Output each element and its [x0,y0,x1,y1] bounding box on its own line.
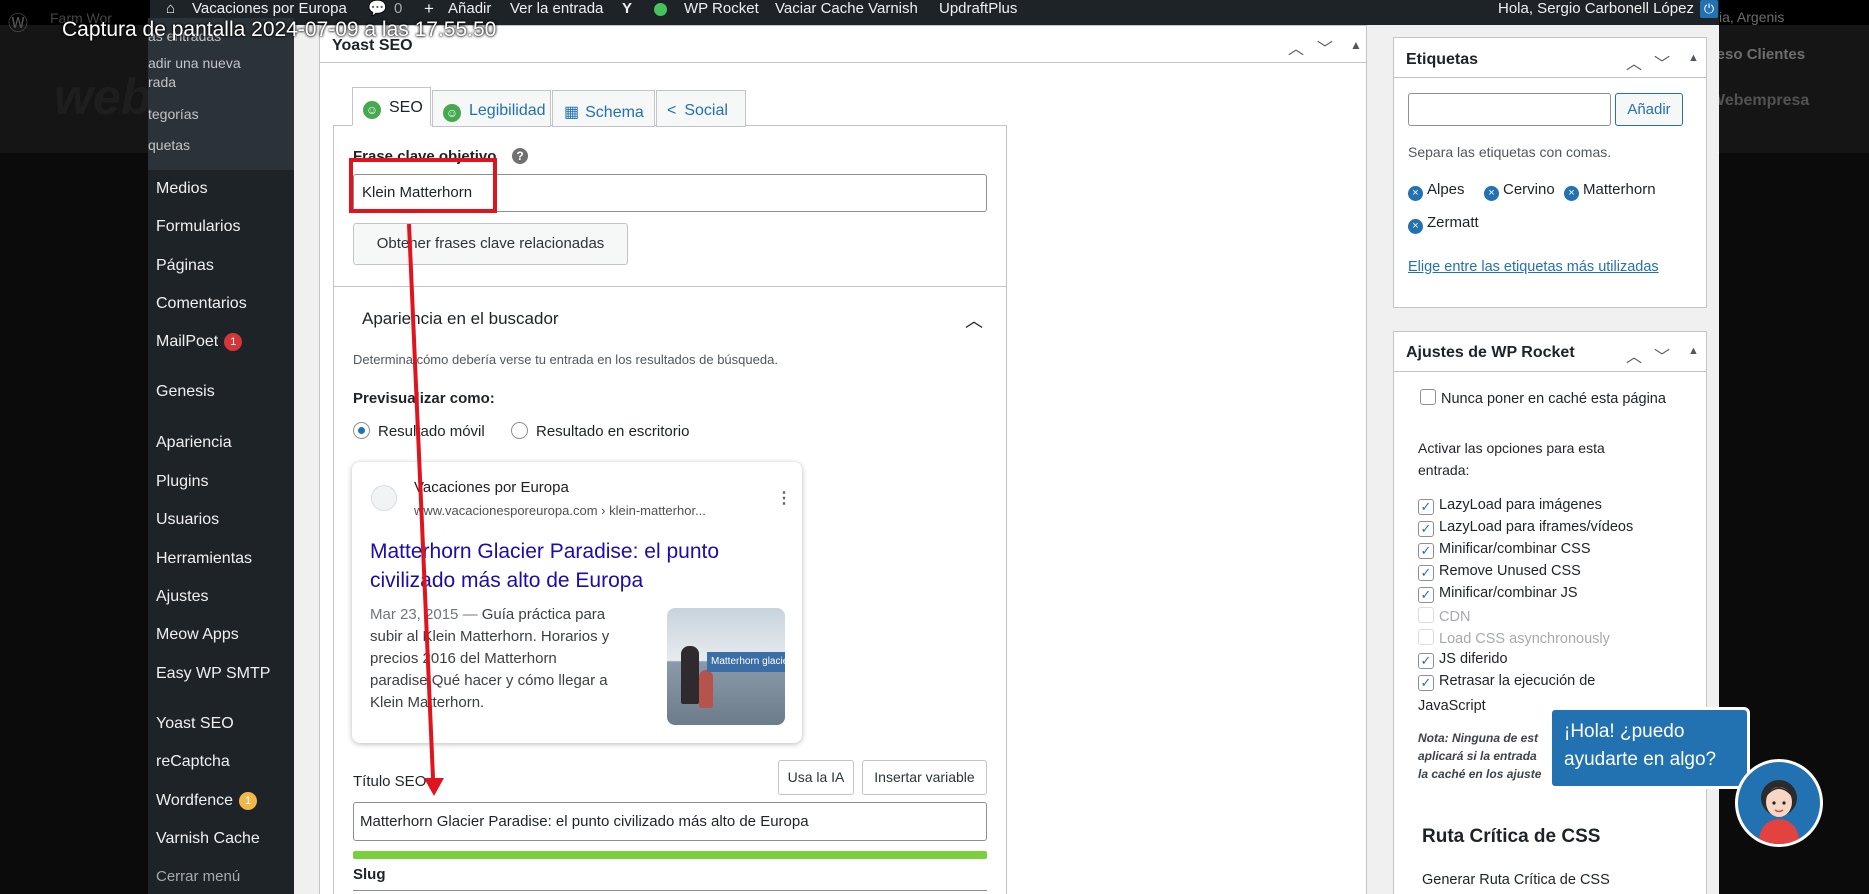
tags-toggle-icon[interactable]: ▲ [1688,52,1699,64]
wpr-option-checkbox-7[interactable]: ✓ [1418,653,1434,669]
activate-options-line1: Activar las opciones para esta [1418,440,1605,456]
wpr-option-checkbox-6 [1418,629,1434,645]
annotation-arrowhead [424,778,444,796]
annotation-arrow-line [407,223,435,779]
wpr-option-label-5: CDN [1439,609,1471,625]
wpr-option-label-3: Remove Unused CSS [1439,563,1581,579]
wpr-toggle-icon[interactable]: ▲ [1688,345,1699,357]
wpr-option-5: CDN [1418,607,1470,625]
wpr-option-last-line: JavaScript [1418,698,1486,714]
new-tag-input[interactable] [1408,93,1611,126]
wpr-move-down-icon[interactable]: ﹀ [1654,343,1670,367]
wpr-option-checkbox-8[interactable]: ✓ [1418,675,1434,691]
tag-matterhorn-label: Matterhorn [1583,181,1656,198]
tags-move-down-icon[interactable]: ﹀ [1654,50,1670,74]
screenshot-timestamp-label: Captura de pantalla 2024-07-09 a las 17.… [62,18,497,41]
tag-alpes: × Alpes [1408,181,1465,201]
critical-css-generate[interactable]: Generar Ruta Crítica de CSS [1422,872,1610,888]
tags-move-up-icon[interactable]: ︿ [1626,50,1642,74]
remove-tag-cervino-icon[interactable]: × [1484,186,1499,201]
never-cache-label: Nunca poner en caché esta página [1441,391,1666,407]
agent-avatar-icon [1758,780,1800,844]
wpr-option-checkbox-1[interactable]: ✓ [1418,521,1434,537]
wpr-note-line1: Nota: Ninguna de est [1418,731,1539,745]
annotation-highlight-box [349,158,497,213]
tag-zermatt-label: Zermatt [1427,214,1479,231]
wpr-option-checkbox-3[interactable]: ✓ [1418,565,1434,581]
tag-zermatt: × Zermatt [1408,214,1479,234]
wpr-option-label-1: LazyLoad para iframes/vídeos [1439,519,1634,535]
remove-tag-alpes-icon[interactable]: × [1408,186,1423,201]
wpr-option-2[interactable]: ✓ Minificar/combinar CSS [1418,541,1591,559]
wpr-option-checkbox-4[interactable]: ✓ [1418,587,1434,603]
remove-tag-zermatt-icon[interactable]: × [1408,219,1423,234]
activate-options-line2: entrada: [1418,462,1470,478]
wpr-option-checkbox-2[interactable]: ✓ [1418,543,1434,559]
wp-rocket-metabox-header: Ajustes de WP Rocket ︿ ﹀ ▲ [1394,332,1706,372]
wpr-option-6: Load CSS asynchronously [1418,629,1610,647]
chat-line-2: ayudarte en algo? [1564,749,1717,770]
wpr-move-up-icon[interactable]: ︿ [1626,343,1642,367]
wpr-option-checkbox-0[interactable]: ✓ [1418,499,1434,515]
wpr-option-label-0: LazyLoad para imágenes [1439,497,1602,513]
wpr-option-7[interactable]: ✓ JS diferido [1418,651,1508,669]
wpr-option-label-6: Load CSS asynchronously [1439,631,1610,647]
wpr-note-line3: la caché en los ajuste [1418,767,1542,781]
chat-line-1: ¡Hola! ¿puedo [1564,721,1685,742]
never-cache-checkbox[interactable]: Nunca poner en caché esta página [1420,389,1666,407]
wpr-option-label-7: JS diferido [1439,651,1508,667]
add-tag-button[interactable]: Añadir [1615,93,1683,126]
wpr-option-4[interactable]: ✓ Minificar/combinar JS [1418,585,1578,603]
chat-avatar[interactable] [1735,759,1823,847]
tag-cervino-label: Cervino [1503,181,1555,198]
wpr-option-label-4: Minificar/combinar JS [1439,585,1578,601]
wpr-option-checkbox-5 [1418,607,1434,623]
tags-title: Etiquetas [1406,51,1479,68]
wpr-option-label-2: Minificar/combinar CSS [1439,541,1591,557]
wpr-option-8[interactable]: ✓ Retrasar la ejecución de [1418,673,1595,691]
tag-cervino: × Cervino [1484,181,1555,201]
wp-rocket-title: Ajustes de WP Rocket [1406,344,1575,361]
wpr-option-1[interactable]: ✓ LazyLoad para iframes/vídeos [1418,519,1633,537]
chat-bubble[interactable]: ¡Hola! ¿puedo ayudarte en algo? [1549,707,1750,789]
most-used-tags-link[interactable]: Elige entre las etiquetas más utilizadas [1408,259,1659,275]
critical-css-title: Ruta Crítica de CSS [1422,826,1601,847]
tags-metabox-header: Etiquetas ︿ ﹀ ▲ [1394,38,1706,78]
wpr-option-0[interactable]: ✓ LazyLoad para imágenes [1418,497,1602,515]
tag-matterhorn: × Matterhorn [1564,181,1656,201]
remove-tag-matterhorn-icon[interactable]: × [1564,186,1579,201]
wpr-option-label-8: Retrasar la ejecución de [1439,673,1596,689]
wpr-note-line2: aplicará si la entrada [1418,749,1537,763]
tag-alpes-label: Alpes [1427,181,1465,198]
tags-hint: Separa las etiquetas con comas. [1408,144,1612,160]
wpr-option-3[interactable]: ✓ Remove Unused CSS [1418,563,1581,581]
never-cache-box[interactable] [1420,389,1436,405]
